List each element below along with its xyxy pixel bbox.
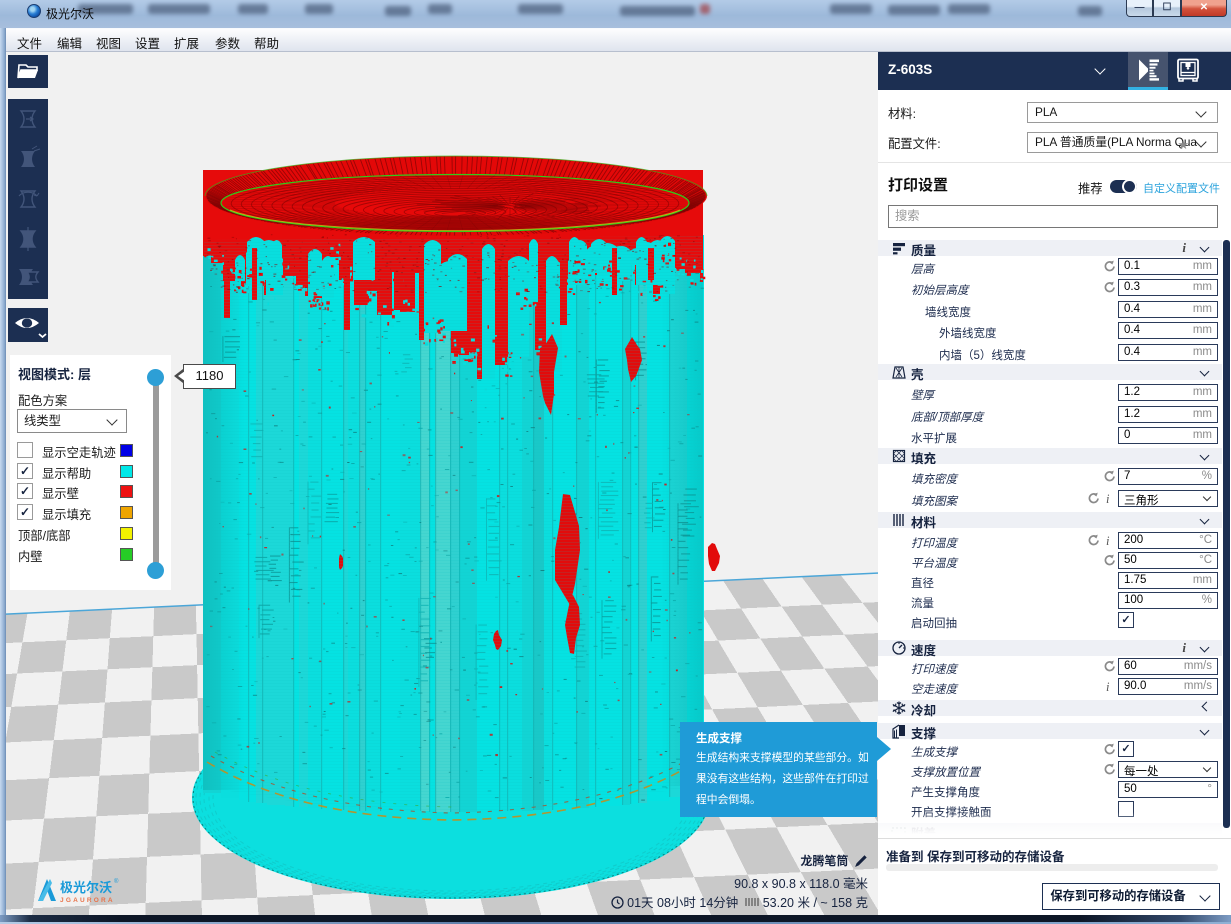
svg-text:®: ® [114,878,119,885]
svg-text:极光尔沃: 极光尔沃 [60,877,112,896]
svg-text:JGAURORA: JGAURORA [60,897,115,904]
